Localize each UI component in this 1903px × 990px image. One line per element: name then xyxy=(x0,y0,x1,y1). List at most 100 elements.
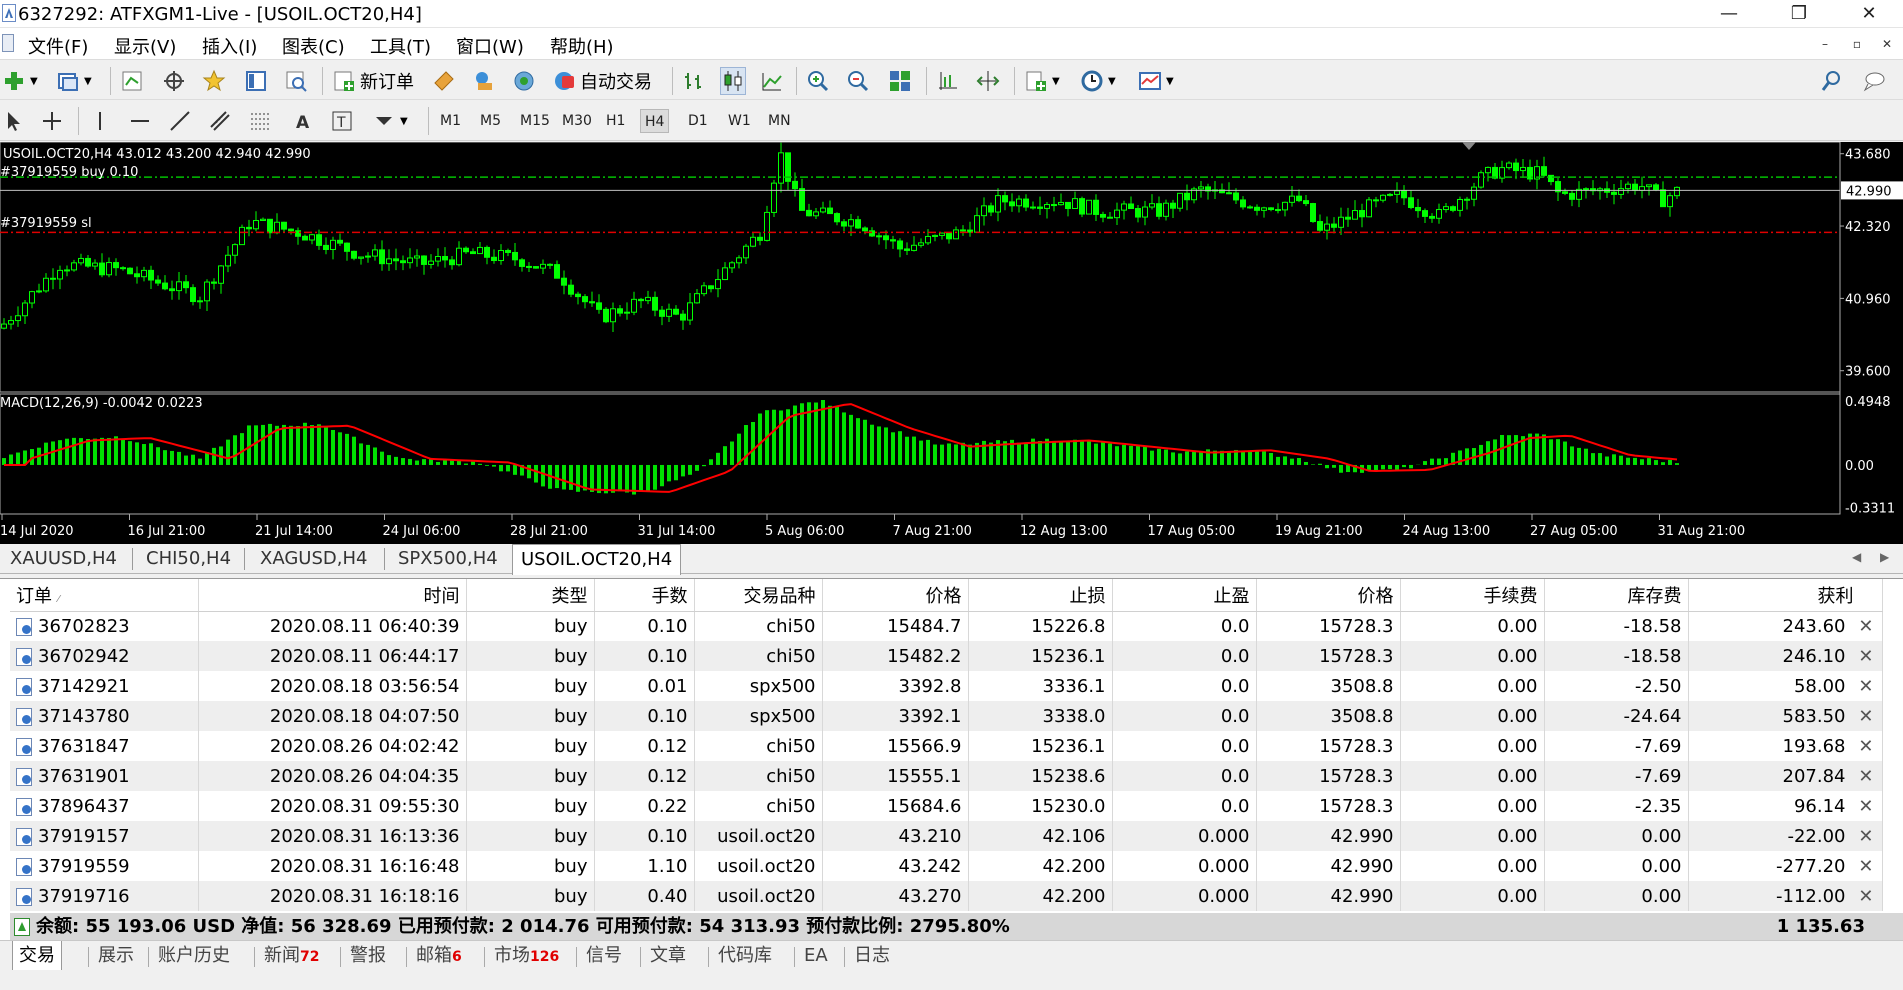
vertical-line-button[interactable] xyxy=(88,107,112,135)
timeframe-mn[interactable]: MN xyxy=(764,109,795,133)
minimize-button[interactable]: — xyxy=(1700,0,1758,28)
auto-trading-button[interactable]: 自动交易 xyxy=(552,67,652,95)
fibonacci-button[interactable] xyxy=(248,107,272,135)
col-commission[interactable]: 手续费 xyxy=(1400,579,1545,612)
mdi-restore-button[interactable]: ▫ xyxy=(1846,34,1868,54)
table-row[interactable]: 37896437 2020.08.31 09:55:30 buy 0.22 chi50 1… xyxy=(10,791,1883,821)
timeframe-d1[interactable]: D1 xyxy=(684,109,712,133)
timeframe-h4[interactable]: H4 xyxy=(640,109,670,133)
signals-button[interactable] xyxy=(472,67,496,95)
terminal-tab-8[interactable]: 文章 xyxy=(644,941,692,971)
close-order-icon[interactable]: ✕ xyxy=(1858,886,1873,907)
close-button[interactable]: ✕ xyxy=(1840,0,1898,28)
terminal-tab-2[interactable]: 账户历史 xyxy=(152,941,236,971)
metaeditor-button[interactable] xyxy=(432,67,456,95)
table-row[interactable]: 37919559 2020.08.31 16:16:48 buy 1.10 usoil.… xyxy=(10,851,1883,881)
terminal-tab-5[interactable]: 邮箱6 xyxy=(410,941,468,971)
favorites-button[interactable] xyxy=(202,67,226,95)
vps-button[interactable] xyxy=(512,67,536,95)
close-order-icon[interactable]: ✕ xyxy=(1858,826,1873,847)
terminal-tab-11[interactable]: 日志 xyxy=(848,941,896,971)
indicators-button[interactable]: ▼ xyxy=(1024,67,1060,95)
terminal-tab-1[interactable]: 展示 xyxy=(92,941,140,971)
zoom-in-button[interactable] xyxy=(806,67,830,95)
trendline-button[interactable] xyxy=(168,107,192,135)
terminal-tab-3[interactable]: 新闻72 xyxy=(258,941,325,971)
table-row[interactable]: 37143780 2020.08.18 04:07:50 buy 0.10 spx500… xyxy=(10,701,1883,731)
equidistant-channel-button[interactable] xyxy=(208,107,232,135)
tile-windows-button[interactable] xyxy=(888,67,912,95)
chart-tab-chi50[interactable]: CHI50,H4 xyxy=(138,544,239,574)
table-row[interactable]: 37142921 2020.08.18 03:56:54 buy 0.01 spx500… xyxy=(10,671,1883,701)
profiles-button[interactable]: ▼ xyxy=(56,67,92,95)
mdi-close-button[interactable]: ✕ xyxy=(1876,34,1898,54)
chart-tab-usoil[interactable]: USOIL.OCT20,H4 xyxy=(512,544,682,575)
table-row[interactable]: 36702823 2020.08.11 06:40:39 buy 0.10 chi50 1… xyxy=(10,611,1883,641)
navigator-button[interactable] xyxy=(162,67,186,95)
table-row[interactable]: 36702942 2020.08.11 06:44:17 buy 0.10 chi50 1… xyxy=(10,641,1883,671)
menu-file[interactable]: 文件(F) xyxy=(28,33,88,59)
close-order-icon[interactable]: ✕ xyxy=(1858,766,1873,787)
timeframe-m15[interactable]: M15 xyxy=(516,109,554,133)
templates-button[interactable]: ▼ xyxy=(1138,67,1174,95)
chart-tab-spx500[interactable]: SPX500,H4 xyxy=(390,544,506,574)
terminal-tab-7[interactable]: 信号 xyxy=(580,941,628,971)
chart-tab-xagusd[interactable]: XAGUSD,H4 xyxy=(252,544,375,574)
terminal-tab-4[interactable]: 警报 xyxy=(344,941,392,971)
timeframe-m5[interactable]: M5 xyxy=(476,109,505,133)
col-symbol[interactable]: 交易品种 xyxy=(694,579,823,612)
new-chart-button[interactable]: ▼ xyxy=(2,67,38,95)
col-volume[interactable]: 手数 xyxy=(594,579,695,612)
price-chart[interactable]: 43.680 42.320 40.960 39.600 42.990 0.4948 0.00… xyxy=(0,142,1903,544)
terminal-tab-6[interactable]: 市场126 xyxy=(488,941,565,971)
menu-tools[interactable]: 工具(T) xyxy=(370,33,431,59)
candlestick-button[interactable] xyxy=(720,67,746,95)
periods-button[interactable]: ▼ xyxy=(1080,67,1116,95)
menu-charts[interactable]: 图表(C) xyxy=(282,33,345,59)
table-row[interactable]: 37919157 2020.08.31 16:13:36 buy 0.10 usoil.… xyxy=(10,821,1883,851)
close-order-icon[interactable]: ✕ xyxy=(1858,616,1873,637)
cursor-button[interactable] xyxy=(2,107,26,135)
bar-chart-button[interactable] xyxy=(682,67,706,95)
timeframe-w1[interactable]: W1 xyxy=(724,109,755,133)
menu-help[interactable]: 帮助(H) xyxy=(550,33,614,59)
chart-tab-xauusd[interactable]: XAUUSD,H4 xyxy=(2,544,125,574)
close-order-icon[interactable]: ✕ xyxy=(1858,796,1873,817)
table-row[interactable]: 37919716 2020.08.31 16:18:16 buy 0.40 usoil.… xyxy=(10,881,1883,911)
col-stop-loss[interactable]: 止损 xyxy=(968,579,1113,612)
strategy-tester-button[interactable] xyxy=(284,67,308,95)
timeframe-h1[interactable]: H1 xyxy=(602,109,629,133)
terminal-tab-10[interactable]: EA xyxy=(798,941,834,971)
col-current-price[interactable]: 价格 xyxy=(1256,579,1401,612)
close-order-icon[interactable]: ✕ xyxy=(1858,646,1873,667)
chart-shift-button[interactable] xyxy=(936,67,960,95)
timeframe-m30[interactable]: M30 xyxy=(558,109,596,133)
zoom-out-button[interactable] xyxy=(846,67,870,95)
col-take-profit[interactable]: 止盈 xyxy=(1112,579,1257,612)
new-order-button[interactable]: 新订单 xyxy=(332,67,414,95)
close-order-icon[interactable]: ✕ xyxy=(1858,856,1873,877)
tab-scroll-left-icon[interactable]: ◀ xyxy=(1852,550,1861,564)
horizontal-line-button[interactable] xyxy=(128,107,152,135)
col-type[interactable]: 类型 xyxy=(466,579,595,612)
text-button[interactable]: A xyxy=(290,107,314,135)
timeframe-m1[interactable]: M1 xyxy=(436,109,465,133)
data-window-button[interactable] xyxy=(244,67,268,95)
close-order-icon[interactable]: ✕ xyxy=(1858,706,1873,727)
close-order-icon[interactable]: ✕ xyxy=(1858,736,1873,757)
chat-button[interactable] xyxy=(1862,67,1886,95)
arrows-button[interactable]: ▼ xyxy=(372,107,408,135)
table-row[interactable]: 37631847 2020.08.26 04:02:42 buy 0.12 chi50 1… xyxy=(10,731,1883,761)
auto-scroll-button[interactable] xyxy=(976,67,1000,95)
mdi-minimize-button[interactable]: – xyxy=(1814,34,1836,54)
tab-scroll-right-icon[interactable]: ▶ xyxy=(1880,550,1889,564)
terminal-tab-9[interactable]: 代码库 xyxy=(712,941,778,971)
menu-window[interactable]: 窗口(W) xyxy=(456,33,524,59)
maximize-button[interactable]: ❐ xyxy=(1770,0,1828,28)
col-profit[interactable]: 获利 xyxy=(1688,579,1883,612)
search-button[interactable] xyxy=(1820,67,1844,95)
col-open-price[interactable]: 价格 xyxy=(822,579,969,612)
col-time[interactable]: 时间 xyxy=(198,579,467,612)
col-order[interactable]: 订单 ⁄ xyxy=(10,579,199,612)
terminal-tab-0[interactable]: 交易 xyxy=(12,941,62,971)
